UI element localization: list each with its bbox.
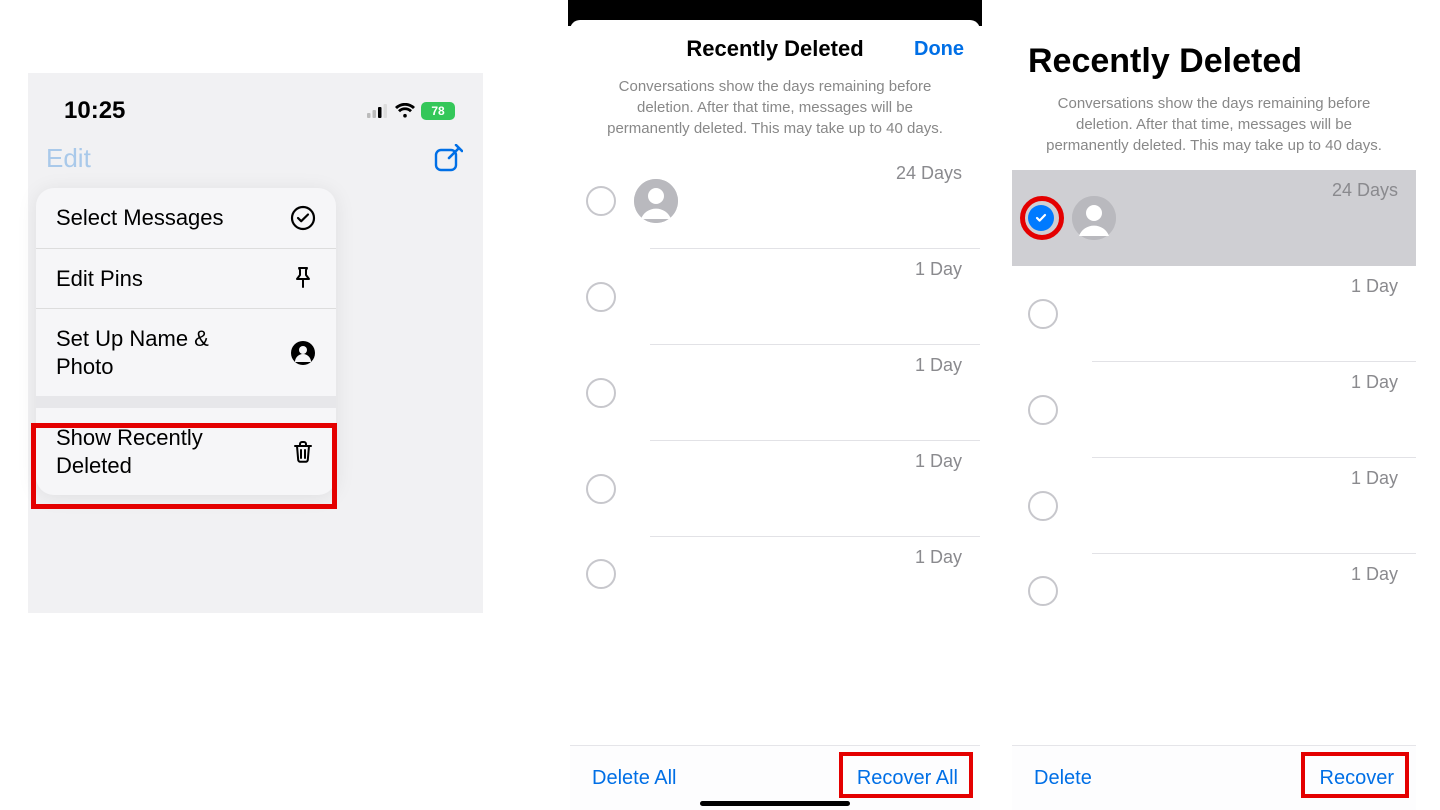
pin-icon [290, 265, 316, 291]
days-remaining: 1 Day [915, 355, 962, 376]
list-item[interactable]: 1 Day [1012, 458, 1416, 554]
menu-item-label: Select Messages [56, 204, 224, 232]
annotation-highlight [1301, 752, 1409, 798]
header-description: Conversations show the days remaining be… [570, 68, 980, 153]
days-remaining: 1 Day [1351, 564, 1398, 585]
days-remaining: 1 Day [1351, 468, 1398, 489]
compose-icon[interactable] [433, 144, 463, 174]
selection-radio[interactable] [586, 186, 616, 216]
cellular-icon [367, 104, 389, 118]
list-item[interactable]: 24 Days [1012, 170, 1416, 266]
avatar-icon [634, 179, 678, 223]
status-indicators: 78 [367, 102, 455, 120]
recently-deleted-list-panel: Recently Deleted Done Conversations show… [570, 0, 980, 810]
days-remaining: 1 Day [915, 259, 962, 280]
conversation-list: 24 Days 1 Day 1 Day 1 Day 1 Day [570, 153, 980, 611]
list-item[interactable]: 1 Day [570, 249, 980, 345]
annotation-highlight [31, 423, 337, 509]
conversation-list: 24 Days 1 Day 1 Day 1 Day 1 Day [1012, 170, 1416, 628]
menu-item-label: Set Up Name & Photo [56, 325, 266, 380]
days-remaining: 1 Day [915, 547, 962, 568]
selection-radio[interactable] [1028, 491, 1058, 521]
list-item[interactable]: 1 Day [1012, 554, 1416, 628]
person-circle-icon [290, 340, 316, 366]
avatar-icon [1072, 196, 1116, 240]
annotation-highlight [839, 752, 973, 798]
menu-edit-pins[interactable]: Edit Pins [36, 249, 336, 309]
list-item[interactable]: 1 Day [570, 441, 980, 537]
menu-select-messages[interactable]: Select Messages [36, 188, 336, 248]
days-remaining: 24 Days [1332, 180, 1398, 201]
list-item[interactable]: 1 Day [570, 345, 980, 441]
menu-item-label: Edit Pins [56, 265, 143, 293]
selection-radio[interactable] [1028, 395, 1058, 425]
status-time: 10:25 [64, 97, 125, 125]
list-item[interactable]: 1 Day [570, 537, 980, 611]
selection-radio[interactable] [1028, 576, 1058, 606]
days-remaining: 1 Day [1351, 372, 1398, 393]
done-button[interactable]: Done [914, 38, 964, 61]
selection-radio[interactable] [586, 282, 616, 312]
delete-all-button[interactable]: Delete All [592, 767, 677, 790]
selection-radio[interactable] [586, 559, 616, 589]
checkmark-circle-icon [290, 205, 316, 231]
selection-radio[interactable] [586, 378, 616, 408]
delete-button[interactable]: Delete [1034, 767, 1092, 790]
page-title: Recently Deleted [584, 36, 966, 62]
annotation-highlight [1020, 196, 1064, 240]
list-item[interactable]: 1 Day [1012, 362, 1416, 458]
header-description: Conversations show the days remaining be… [1012, 85, 1416, 170]
selection-radio[interactable] [586, 474, 616, 504]
recently-deleted-select-panel: Recently Deleted Conversations show the … [1012, 0, 1416, 810]
days-remaining: 24 Days [896, 163, 962, 184]
messages-nav: Edit [28, 137, 483, 184]
messages-edit-panel: 10:25 78 Edit Select Messages [28, 73, 483, 613]
menu-set-up-name-photo[interactable]: Set Up Name & Photo [36, 309, 336, 396]
status-bar: 10:25 78 [28, 73, 483, 137]
list-item[interactable]: 24 Days [570, 153, 980, 249]
edit-button[interactable]: Edit [46, 143, 91, 174]
days-remaining: 1 Day [915, 451, 962, 472]
selection-radio[interactable] [1028, 299, 1058, 329]
list-item[interactable]: 1 Day [1012, 266, 1416, 362]
sheet-header: Recently Deleted Done [570, 30, 980, 68]
wifi-icon [395, 103, 415, 119]
home-indicator[interactable] [700, 801, 850, 806]
battery-indicator: 78 [421, 102, 455, 120]
page-title: Recently Deleted [1012, 0, 1416, 85]
days-remaining: 1 Day [1351, 276, 1398, 297]
